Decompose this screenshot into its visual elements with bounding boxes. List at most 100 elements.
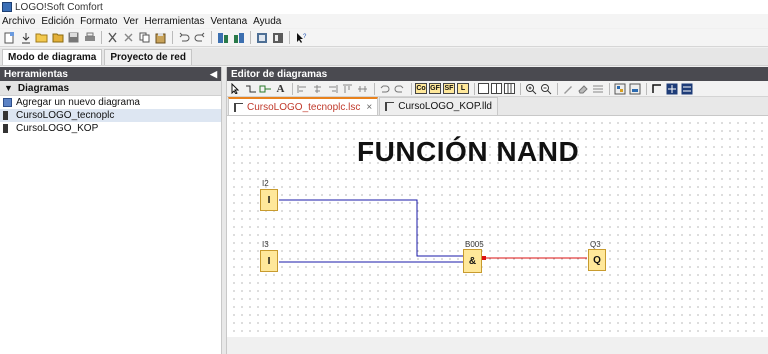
pencil-icon[interactable] (561, 83, 574, 95)
udf-button[interactable]: L (457, 83, 469, 94)
select-tool-icon[interactable] (229, 83, 242, 95)
open-folder-icon[interactable] (35, 31, 48, 44)
toolbar-separator (646, 82, 647, 95)
tree-item-label: Agregar un nuevo diagrama (16, 97, 140, 108)
toolbar-separator (211, 31, 212, 44)
paste-icon[interactable] (154, 31, 167, 44)
and-block-b005[interactable]: & (463, 249, 482, 273)
block-tag-q3: Q3 (590, 240, 601, 249)
toolbar-separator (411, 82, 412, 95)
help-pointer-icon[interactable]: ? (294, 31, 307, 44)
align-top-icon[interactable] (341, 83, 354, 95)
menu-formato[interactable]: Formato (80, 16, 117, 27)
tab-proyecto-de-red[interactable]: Proyecto de red (104, 49, 192, 65)
diagrams-section-header[interactable]: ▼ Diagramas (0, 81, 221, 96)
tab-modo-de-diagrama[interactable]: Modo de diagrama (2, 49, 103, 65)
align-center-icon[interactable] (311, 83, 324, 95)
tree-item-cursologo-kop[interactable]: CursoLOGO_KOP (0, 122, 221, 135)
tools-panel-title: Herramientas (4, 68, 68, 80)
open-icon[interactable] (51, 31, 64, 44)
download-icon[interactable] (19, 31, 32, 44)
mode-tabs: Modo de diagrama Proyecto de red (0, 48, 768, 66)
title-bar: LOGO!Soft Comfort (0, 0, 768, 14)
special-functions-button[interactable]: SF (443, 83, 455, 94)
toolbar-separator (520, 82, 521, 95)
tree-item-add-diagram[interactable]: Agregar un nuevo diagrama (0, 96, 221, 109)
wire-tool-icon[interactable] (650, 83, 663, 95)
menu-archivo[interactable]: Archivo (2, 16, 35, 27)
basic-functions-button[interactable]: GF (429, 83, 441, 94)
toolbar-separator (289, 31, 290, 44)
redo-icon[interactable] (393, 83, 406, 95)
tab-label: CursoLOGO_KOP.lld (398, 101, 492, 112)
simulation-icon[interactable] (271, 31, 284, 44)
tools-panel-header: Herramientas ◀ (0, 67, 221, 81)
tab-cursologo-kop[interactable]: CursoLOGO_KOP.lld (379, 97, 498, 115)
split-view-single-icon[interactable] (478, 83, 489, 94)
split-view-vertical-icon[interactable] (504, 83, 515, 94)
output-block-q3[interactable]: Q (588, 249, 606, 271)
undo-icon[interactable] (378, 83, 391, 95)
redo-icon[interactable] (193, 31, 206, 44)
close-icon[interactable]: × (366, 102, 372, 113)
toolbar-separator (292, 82, 293, 95)
online-test-icon[interactable] (255, 31, 268, 44)
distribute-icon[interactable] (356, 83, 369, 95)
lines-icon[interactable] (591, 83, 604, 95)
menu-ayuda[interactable]: Ayuda (253, 16, 281, 27)
toolbar-separator (250, 31, 251, 44)
menu-ver[interactable]: Ver (123, 16, 138, 27)
cut-wire-icon[interactable] (665, 83, 678, 95)
negation-marker (482, 256, 486, 260)
editor-header: Editor de diagramas (227, 67, 768, 81)
transfer-pc-plc-icon[interactable] (216, 31, 229, 44)
ladder-file-icon (385, 102, 395, 111)
connect-tool-icon[interactable] (244, 83, 257, 95)
join-wire-icon[interactable] (680, 83, 693, 95)
eraser-icon[interactable] (576, 83, 589, 95)
new-icon[interactable] (3, 31, 16, 44)
diagrams-section-title: Diagramas (17, 82, 70, 94)
zoom-out-icon[interactable] (539, 83, 552, 95)
connector-tool-icon[interactable] (259, 83, 272, 95)
align-right-icon[interactable] (326, 83, 339, 95)
undo-icon[interactable] (177, 31, 190, 44)
tree-item-label: CursoLOGO_tecnoplc (16, 110, 115, 121)
input-block-i3[interactable]: I (260, 250, 278, 272)
tab-label: CursoLOGO_tecnoplc.lsc (247, 101, 361, 113)
file-tabs: CursoLOGO_tecnoplc.lsc × CursoLOGO_KOP.l… (227, 97, 768, 116)
fbd-diagram-icon (3, 111, 12, 120)
input-block-i2[interactable]: I (260, 189, 278, 211)
zoom-in-icon[interactable] (524, 83, 537, 95)
text-tool-icon[interactable]: A (274, 83, 287, 95)
svg-text:?: ? (303, 34, 307, 40)
constants-button[interactable]: Co (415, 83, 427, 94)
block-tag-b005: B005 (465, 240, 484, 249)
tree-item-cursologo-tecnoplc[interactable]: CursoLOGO_tecnoplc (0, 109, 221, 122)
editor-toolbar: A Co GF SF L (227, 81, 768, 97)
align-left-icon[interactable] (296, 83, 309, 95)
collapse-panel-icon[interactable]: ◀ (210, 69, 217, 80)
diagram-canvas[interactable]: FUNCIÓN NAND I2 I I3 I B005 & Q3 Q (227, 116, 768, 337)
block-view-icon[interactable] (628, 83, 641, 95)
menu-edicion[interactable]: Edición (41, 16, 74, 27)
split-view-horizontal-icon[interactable] (491, 83, 502, 94)
menu-bar: Archivo Edición Formato Ver Herramientas… (0, 14, 768, 28)
delete-icon[interactable] (122, 31, 135, 44)
transfer-plc-pc-icon[interactable] (232, 31, 245, 44)
tab-cursologo-tecnoplc[interactable]: CursoLOGO_tecnoplc.lsc × (228, 97, 379, 115)
toolbar-separator (474, 82, 475, 95)
cut-icon[interactable] (106, 31, 119, 44)
toolbar-separator (557, 82, 558, 95)
save-icon[interactable] (67, 31, 80, 44)
chevron-down-icon[interactable]: ▼ (4, 83, 13, 93)
toolbar-separator (101, 31, 102, 44)
menu-herramientas[interactable]: Herramientas (144, 16, 204, 27)
print-icon[interactable] (83, 31, 96, 44)
menu-ventana[interactable]: Ventana (210, 16, 247, 27)
fbd-file-icon (234, 102, 243, 112)
window-title: LOGO!Soft Comfort (15, 1, 103, 13)
network-view-icon[interactable] (613, 83, 626, 95)
copy-icon[interactable] (138, 31, 151, 44)
diagram-editor: Editor de diagramas A Co GF SF L CursoLO… (227, 67, 768, 354)
